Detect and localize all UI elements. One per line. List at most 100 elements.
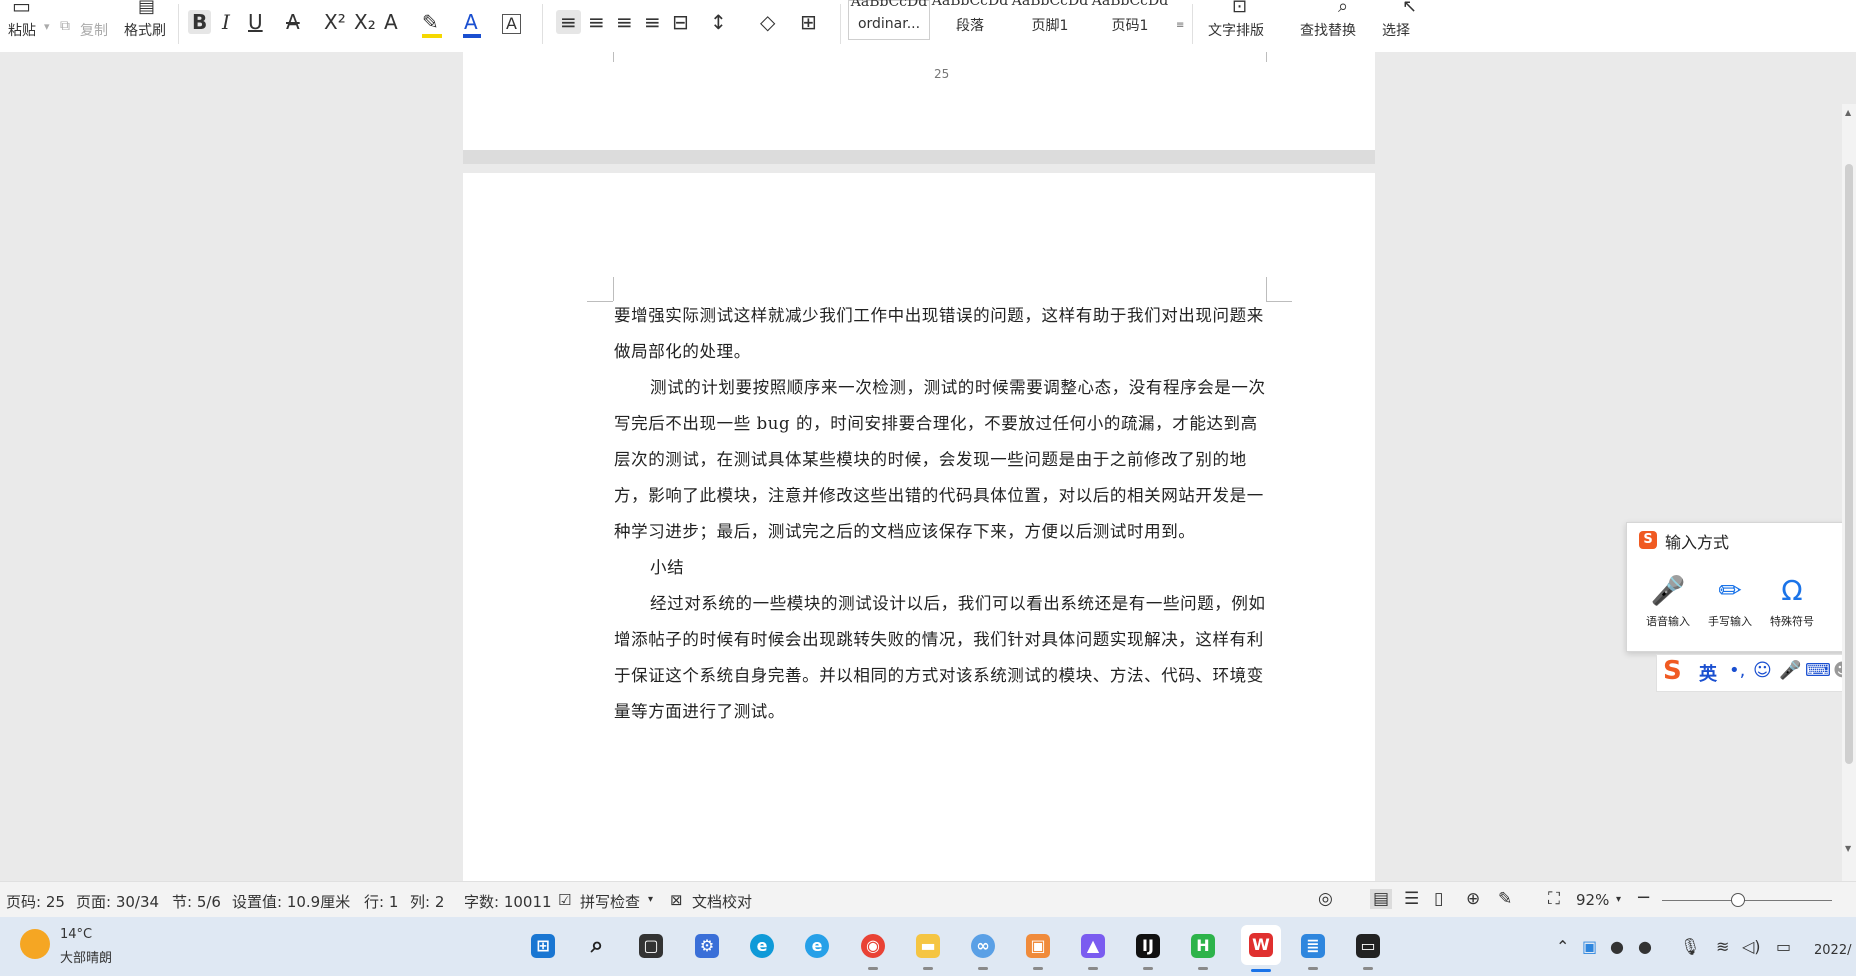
- borders-icon[interactable]: ⊞: [800, 10, 817, 34]
- punctuation-icon[interactable]: •,: [1729, 660, 1745, 681]
- handwriting-input-button[interactable]: ✏ 手写输入: [1701, 573, 1759, 629]
- spell-check-button[interactable]: 拼写检查: [580, 891, 640, 912]
- temperature[interactable]: 14°C: [60, 927, 92, 942]
- subscript-icon[interactable]: X₂: [354, 10, 376, 34]
- shading-icon[interactable]: ◇: [760, 10, 775, 34]
- vertical-scrollbar[interactable]: ▲ ▼: [1842, 104, 1856, 881]
- fit-page-icon[interactable]: ⛶: [1548, 889, 1560, 909]
- underline-icon[interactable]: U: [248, 10, 263, 34]
- text-layout-button[interactable]: 文字排版: [1208, 20, 1264, 40]
- control-panel-app[interactable]: ⚙: [690, 929, 724, 963]
- select-button[interactable]: 选择: [1382, 20, 1410, 40]
- paste-icon[interactable]: ▭: [12, 0, 31, 18]
- notepad-app[interactable]: ≣: [1296, 929, 1330, 970]
- copy-icon[interactable]: ⧉: [60, 18, 70, 34]
- font-color-icon[interactable]: A: [464, 10, 478, 34]
- volume-icon[interactable]: ◁): [1742, 937, 1761, 956]
- text-layout-icon[interactable]: ⊡: [1232, 0, 1247, 17]
- chevron-down-icon[interactable]: ▾: [648, 894, 653, 905]
- styles-more-icon[interactable]: ≡: [1176, 20, 1184, 31]
- italic-icon[interactable]: I: [222, 10, 230, 34]
- scroll-up-icon[interactable]: ▲: [1845, 108, 1851, 117]
- web-view-icon[interactable]: ⊕: [1466, 889, 1480, 909]
- paint-app[interactable]: ▲: [1076, 929, 1110, 970]
- highlight-icon[interactable]: ✎: [422, 10, 439, 34]
- terminal-app[interactable]: ▭: [1351, 929, 1385, 970]
- special-symbols-button[interactable]: Ω 特殊符号: [1763, 573, 1821, 629]
- chrome-app[interactable]: ◉: [856, 929, 890, 970]
- hbuilder-app[interactable]: H: [1186, 929, 1220, 970]
- microphone-icon[interactable]: 🎤: [1779, 660, 1801, 681]
- reading-view-icon[interactable]: ▯: [1434, 889, 1443, 909]
- font-effects-icon[interactable]: A: [384, 10, 398, 34]
- tray-app-icon[interactable]: ▣: [1582, 937, 1597, 956]
- zoom-out-icon[interactable]: −: [1636, 887, 1651, 908]
- emoji-icon[interactable]: ☺: [1753, 660, 1772, 681]
- keyboard-icon[interactable]: ⌨: [1805, 660, 1831, 681]
- format-painter-icon[interactable]: ▤: [138, 0, 155, 17]
- style-ordinary[interactable]: AaBbCcDd ordinar...: [848, 0, 930, 40]
- start-button[interactable]: ⊞: [526, 929, 560, 963]
- status-col[interactable]: 列: 2: [410, 891, 444, 912]
- voice-input-button[interactable]: 🎤 语音输入: [1639, 573, 1697, 629]
- wifi-icon[interactable]: ≋: [1716, 937, 1729, 956]
- scrollbar-thumb[interactable]: [1845, 164, 1853, 764]
- language-toggle[interactable]: 英: [1699, 660, 1717, 686]
- spell-check-icon[interactable]: ☑: [558, 891, 571, 909]
- style-footer1[interactable]: AaBbCcDd 页脚1: [1010, 0, 1090, 38]
- jetbrains-app[interactable]: IJ: [1131, 929, 1165, 970]
- chevron-down-icon[interactable]: ▾: [44, 20, 50, 33]
- proofread-button[interactable]: 文档校对: [692, 891, 752, 912]
- outline-view-icon[interactable]: ☰: [1404, 889, 1419, 909]
- bold-icon[interactable]: B: [188, 10, 212, 34]
- paste-button[interactable]: 粘贴: [8, 20, 36, 40]
- zoom-slider-thumb[interactable]: [1731, 893, 1745, 907]
- search-button[interactable]: ⌕: [580, 929, 614, 963]
- align-center-icon[interactable]: ≡: [588, 10, 605, 34]
- status-set-value[interactable]: 设置值: 10.9厘米: [232, 891, 350, 912]
- status-word-count[interactable]: 字数: 10011: [464, 891, 552, 912]
- eye-protection-icon[interactable]: ◎: [1318, 889, 1333, 909]
- style-paragraph[interactable]: AaBbCcDd 段落: [930, 0, 1010, 38]
- distributed-align-icon[interactable]: ⊟: [672, 10, 689, 34]
- weather-icon[interactable]: [20, 929, 50, 959]
- scroll-down-icon[interactable]: ▼: [1845, 844, 1851, 853]
- superscript-icon[interactable]: X²: [324, 10, 346, 34]
- status-page[interactable]: 页面: 30/34: [76, 891, 159, 912]
- document-body[interactable]: 要增强实际测试这样就减少我们工作中出现错误的问题，这样有助于我们对出现问题来做局…: [614, 298, 1268, 730]
- align-left-icon[interactable]: ≡: [556, 10, 581, 34]
- wps-app[interactable]: W: [1241, 925, 1281, 972]
- chevron-down-icon[interactable]: ▾: [1616, 894, 1621, 905]
- char-border-icon[interactable]: A: [502, 14, 521, 34]
- line-spacing-icon[interactable]: ↕: [710, 10, 727, 34]
- search-icon[interactable]: ⌕: [1338, 0, 1348, 17]
- zoom-slider[interactable]: [1662, 900, 1832, 901]
- status-page-code[interactable]: 页码: 25: [6, 891, 65, 912]
- battery-icon[interactable]: ▭: [1776, 937, 1791, 956]
- proofread-icon[interactable]: ⊠: [670, 891, 683, 909]
- browser-app[interactable]: e: [800, 929, 834, 963]
- photo-app[interactable]: ▣: [1021, 929, 1055, 970]
- cursor-arrow-icon[interactable]: ↖: [1402, 0, 1417, 17]
- zoom-level[interactable]: 92%: [1576, 891, 1609, 909]
- edge-app[interactable]: e: [745, 929, 779, 963]
- file-explorer-app[interactable]: ▬: [911, 929, 945, 970]
- style-page-number1[interactable]: AaBbCcDd 页码1: [1090, 0, 1170, 38]
- align-right-icon[interactable]: ≡: [616, 10, 633, 34]
- write-mode-icon[interactable]: ✎: [1498, 889, 1512, 909]
- copy-button[interactable]: 复制: [80, 20, 108, 40]
- app-rings[interactable]: ∞: [966, 929, 1000, 970]
- format-painter-button[interactable]: 格式刷: [124, 20, 166, 40]
- chevron-up-icon[interactable]: ⌃: [1556, 937, 1569, 956]
- sogou-logo-icon[interactable]: S: [1663, 656, 1682, 686]
- task-view-button[interactable]: ▢: [634, 929, 668, 963]
- status-section[interactable]: 节: 5/6: [172, 891, 221, 912]
- qq-icon[interactable]: ●: [1638, 937, 1652, 956]
- qq-icon[interactable]: ●: [1610, 937, 1624, 956]
- status-row[interactable]: 行: 1: [364, 891, 398, 912]
- strikethrough-icon[interactable]: A: [286, 10, 300, 34]
- find-replace-button[interactable]: 查找替换: [1300, 20, 1356, 40]
- microphone-icon[interactable]: 🎙: [1680, 937, 1700, 956]
- page-view-icon[interactable]: ▤: [1370, 889, 1393, 909]
- clock[interactable]: 2022/: [1814, 943, 1851, 958]
